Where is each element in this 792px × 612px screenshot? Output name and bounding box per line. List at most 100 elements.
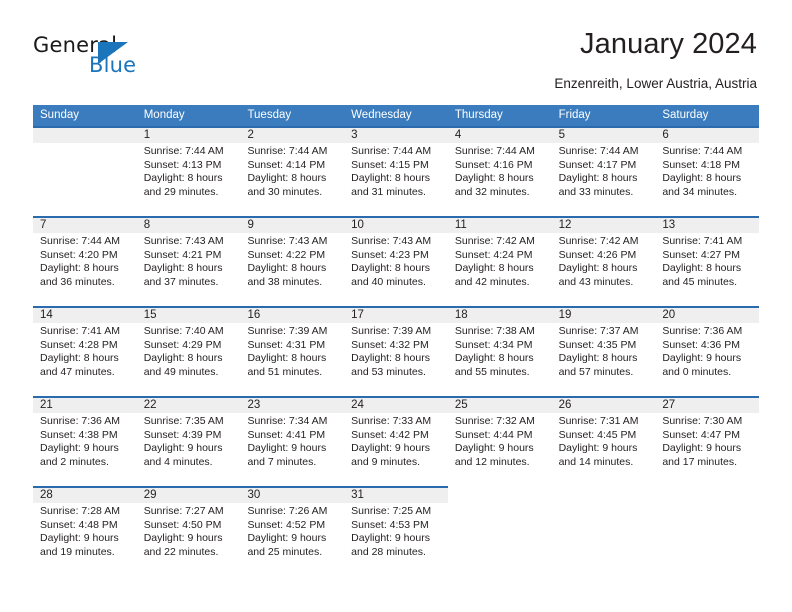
day-sunrise-text: Sunrise: 7:44 AM — [40, 235, 120, 247]
day-sunrise-text: Sunrise: 7:44 AM — [558, 145, 639, 157]
calendar-day-cell[interactable]: 10 Sunrise: 7:43 AM Sunset: 4:23 PM Dayligh… — [344, 216, 448, 306]
calendar-day-cell[interactable]: 17 Sunrise: 7:39 AM Sunset: 4:32 PM Dayligh… — [344, 306, 448, 396]
calendar-day-cell[interactable]: 12 Sunrise: 7:42 AM Sunset: 4:26 PM Dayligh… — [552, 216, 656, 306]
weekday-header-sunday: Sunday — [40, 109, 80, 121]
day-sunset-text: Sunset: 4:32 PM — [351, 338, 429, 351]
day-number: 31 — [351, 489, 364, 501]
day-daylight-line2-text: and 47 minutes. — [40, 365, 115, 378]
calendar-day-cell[interactable]: 6 Sunrise: 7:44 AM Sunset: 4:18 PM Daylight… — [655, 126, 759, 216]
calendar-day-cell[interactable]: 14 Sunrise: 7:41 AM Sunset: 4:28 PM Dayligh… — [33, 306, 137, 396]
day-sunset-text: Sunset: 4:44 PM — [454, 428, 533, 441]
day-sun-info: Sunrise: 7:41 AM Sunset: 4:28 PM Daylight:… — [40, 325, 120, 379]
day-number: 1 — [143, 129, 151, 141]
day-daylight-line1-text: Daylight: 8 hours — [454, 262, 534, 275]
day-sunset-text: Sunset: 4:53 PM — [351, 518, 429, 531]
calendar-day-cell[interactable]: 16 Sunrise: 7:39 AM Sunset: 4:31 PM Dayligh… — [240, 306, 344, 396]
day-number: 22 — [143, 399, 157, 411]
calendar-day-cell[interactable]: 3 Sunrise: 7:44 AM Sunset: 4:15 PM Daylight… — [344, 126, 448, 216]
calendar-day-cell[interactable]: 25 Sunrise: 7:32 AM Sunset: 4:44 PM Dayligh… — [448, 396, 552, 486]
calendar-day-cell[interactable]: 1 Sunrise: 7:44 AM Sunset: 4:13 PM Daylight… — [137, 126, 241, 216]
calendar-day-cell-empty — [448, 486, 552, 576]
day-sunrise-text: Sunrise: 7:43 AM — [247, 235, 328, 247]
day-sunrise-text: Sunrise: 7:35 AM — [143, 415, 224, 427]
calendar-day-cell[interactable]: 4 Sunrise: 7:44 AM Sunset: 4:16 PM Daylight… — [448, 126, 552, 216]
day-sunrise-text: Sunrise: 7:41 AM — [40, 325, 120, 337]
day-sun-info: Sunrise: 7:34 AM Sunset: 4:41 PM Daylight:… — [247, 415, 327, 469]
calendar-day-cell[interactable]: 18 Sunrise: 7:38 AM Sunset: 4:34 PM Dayligh… — [448, 306, 552, 396]
day-sunset-text: Sunset: 4:38 PM — [40, 428, 118, 441]
day-daylight-line1-text: Daylight: 8 hours — [143, 172, 223, 185]
day-sunset-text: Sunset: 4:14 PM — [247, 158, 326, 171]
calendar-day-cell[interactable]: 13 Sunrise: 7:41 AM Sunset: 4:27 PM Dayligh… — [655, 216, 759, 306]
calendar-day-cell[interactable]: 27 Sunrise: 7:30 AM Sunset: 4:47 PM Dayligh… — [655, 396, 759, 486]
day-sunset-text: Sunset: 4:41 PM — [247, 428, 326, 441]
day-number: 23 — [247, 399, 261, 411]
calendar-day-cell[interactable]: 21 Sunrise: 7:36 AM Sunset: 4:38 PM Dayligh… — [33, 396, 137, 486]
day-sun-info: Sunrise: 7:25 AM Sunset: 4:53 PM Daylight:… — [351, 505, 431, 559]
day-sun-info: Sunrise: 7:44 AM Sunset: 4:14 PM Daylight:… — [247, 145, 327, 199]
day-number: 13 — [662, 219, 676, 231]
day-sunrise-text: Sunrise: 7:41 AM — [662, 235, 743, 247]
day-daylight-line1-text: Daylight: 8 hours — [351, 172, 430, 185]
day-sunrise-text: Sunrise: 7:32 AM — [454, 415, 535, 427]
day-sun-info: Sunrise: 7:43 AM Sunset: 4:23 PM Daylight:… — [351, 235, 431, 289]
day-number: 11 — [454, 219, 467, 231]
calendar-day-cell[interactable]: 15 Sunrise: 7:40 AM Sunset: 4:29 PM Dayligh… — [137, 306, 241, 396]
calendar-day-cell[interactable]: 28 Sunrise: 7:28 AM Sunset: 4:48 PM Dayligh… — [33, 486, 137, 576]
day-sunrise-text: Sunrise: 7:26 AM — [247, 505, 328, 517]
weekday-header-row: Sunday Monday Tuesday Wednesday Thursday Frid… — [33, 105, 759, 126]
calendar-day-cell[interactable]: 31 Sunrise: 7:25 AM Sunset: 4:53 PM Dayligh… — [344, 486, 448, 576]
calendar-week-row: 7 Sunrise: 7:44 AM Sunset: 4:20 PM Daylight… — [33, 216, 759, 306]
calendar-day-cell[interactable]: 30 Sunrise: 7:26 AM Sunset: 4:52 PM Dayligh… — [240, 486, 344, 576]
calendar-day-cell[interactable]: 2 Sunrise: 7:44 AM Sunset: 4:14 PM Daylight… — [240, 126, 344, 216]
day-sunset-text: Sunset: 4:24 PM — [454, 248, 533, 261]
day-daylight-line1-text: Daylight: 9 hours — [351, 442, 430, 455]
calendar-day-cell[interactable]: 8 Sunrise: 7:43 AM Sunset: 4:21 PM Daylight… — [137, 216, 241, 306]
day-sunset-text: Sunset: 4:29 PM — [143, 338, 222, 351]
day-daylight-line2-text: and 0 minutes. — [662, 365, 732, 378]
day-daylight-line1-text: Daylight: 9 hours — [247, 442, 327, 455]
calendar-day-cell[interactable]: 29 Sunrise: 7:27 AM Sunset: 4:50 PM Dayligh… — [137, 486, 241, 576]
calendar-day-cell[interactable]: 11 Sunrise: 7:42 AM Sunset: 4:24 PM Dayligh… — [448, 216, 552, 306]
day-number: 14 — [40, 309, 53, 321]
day-sunset-text: Sunset: 4:20 PM — [40, 248, 118, 261]
day-sun-info: Sunrise: 7:43 AM Sunset: 4:21 PM Daylight:… — [144, 235, 224, 289]
day-daylight-line2-text: and 31 minutes. — [351, 185, 426, 198]
week-day-cells: 28 Sunrise: 7:28 AM Sunset: 4:48 PM Dayligh… — [33, 486, 759, 576]
calendar-day-cell[interactable]: 26 Sunrise: 7:31 AM Sunset: 4:45 PM Dayligh… — [552, 396, 656, 486]
day-number: 16 — [247, 309, 261, 321]
week-day-cells: 14 Sunrise: 7:41 AM Sunset: 4:28 PM Dayligh… — [33, 306, 759, 396]
calendar-day-cell[interactable]: 24 Sunrise: 7:33 AM Sunset: 4:42 PM Dayligh… — [344, 396, 448, 486]
day-daylight-line2-text: and 28 minutes. — [351, 545, 426, 558]
day-sunset-text: Sunset: 4:21 PM — [143, 248, 222, 261]
calendar-day-cell[interactable]: 20 Sunrise: 7:36 AM Sunset: 4:36 PM Dayligh… — [655, 306, 759, 396]
calendar-day-cell[interactable]: 9 Sunrise: 7:43 AM Sunset: 4:22 PM Daylight… — [240, 216, 344, 306]
day-sunset-text: Sunset: 4:26 PM — [558, 248, 637, 261]
day-sun-info: Sunrise: 7:39 AM Sunset: 4:31 PM Daylight:… — [247, 325, 327, 379]
calendar-day-cell[interactable]: 22 Sunrise: 7:35 AM Sunset: 4:39 PM Dayligh… — [137, 396, 241, 486]
day-number: 27 — [662, 399, 676, 411]
calendar-day-cell[interactable]: 23 Sunrise: 7:34 AM Sunset: 4:41 PM Dayligh… — [240, 396, 344, 486]
day-sun-info: Sunrise: 7:44 AM Sunset: 4:18 PM Daylight:… — [662, 145, 742, 199]
day-sun-info: Sunrise: 7:36 AM Sunset: 4:36 PM Daylight:… — [662, 325, 742, 379]
day-sun-info: Sunrise: 7:33 AM Sunset: 4:42 PM Daylight:… — [351, 415, 431, 469]
day-daylight-line2-text: and 22 minutes. — [143, 545, 219, 558]
day-sun-info: Sunrise: 7:43 AM Sunset: 4:22 PM Daylight:… — [247, 235, 327, 289]
day-sunrise-text: Sunrise: 7:34 AM — [247, 415, 328, 427]
day-daylight-line1-text: Daylight: 8 hours — [351, 352, 430, 365]
day-sunrise-text: Sunrise: 7:39 AM — [247, 325, 328, 337]
day-sunset-text: Sunset: 4:27 PM — [662, 248, 740, 261]
day-daylight-line1-text: Daylight: 8 hours — [247, 262, 327, 275]
calendar-day-cell[interactable]: 7 Sunrise: 7:44 AM Sunset: 4:20 PM Daylight… — [33, 216, 137, 306]
calendar-week-row: 21 Sunrise: 7:36 AM Sunset: 4:38 PM Dayligh… — [33, 396, 759, 486]
day-sunrise-text: Sunrise: 7:44 AM — [454, 145, 535, 157]
calendar-day-cell[interactable]: 5 Sunrise: 7:44 AM Sunset: 4:17 PM Daylight… — [552, 126, 656, 216]
general-blue-logo[interactable]: General Blue — [33, 33, 213, 85]
day-sunset-text: Sunset: 4:16 PM — [454, 158, 533, 171]
day-number: 9 — [247, 219, 254, 231]
day-sun-info: Sunrise: 7:42 AM Sunset: 4:26 PM Daylight:… — [559, 235, 639, 289]
day-daylight-line1-text: Daylight: 8 hours — [454, 172, 534, 185]
calendar-day-cell[interactable]: 19 Sunrise: 7:37 AM Sunset: 4:35 PM Dayligh… — [552, 306, 656, 396]
day-daylight-line1-text: Daylight: 9 hours — [143, 532, 223, 545]
day-daylight-line2-text: and 14 minutes. — [558, 455, 634, 468]
